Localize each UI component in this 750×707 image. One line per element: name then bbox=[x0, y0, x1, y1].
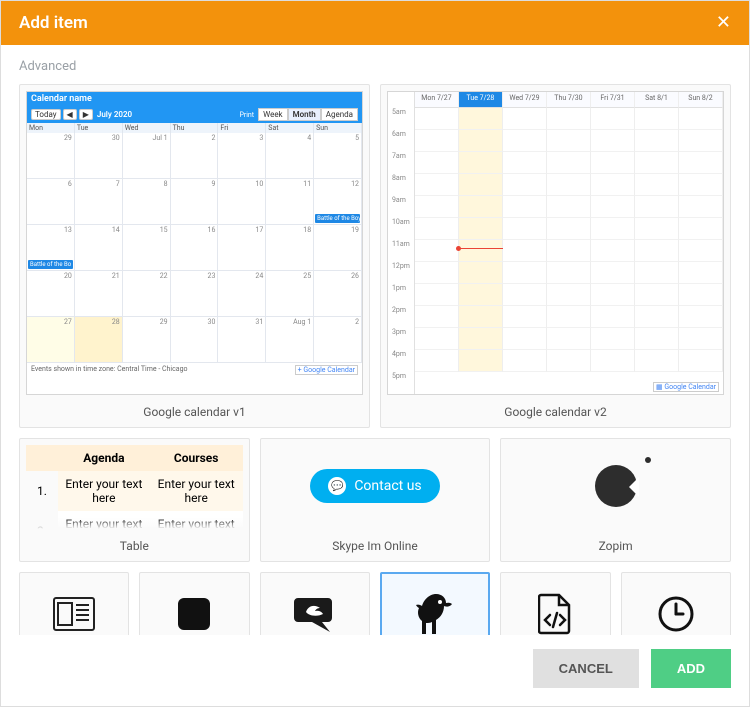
cal2-week-grid: 5am6am7am8am9am10am11am12pm1pm2pm3pm4pm5… bbox=[388, 92, 723, 394]
cal1-weekday-row: MonTueWedThuFriSatSun bbox=[27, 123, 362, 133]
item-zopim[interactable]: Zopim bbox=[500, 438, 731, 562]
modal-footer: CANCEL ADD bbox=[1, 635, 749, 706]
newspaper-icon bbox=[24, 591, 124, 635]
skype-contact-button: 💬 Contact us bbox=[310, 469, 439, 503]
item-adsense[interactable]: AdSense bbox=[19, 572, 129, 635]
modal-title: Add item bbox=[19, 13, 88, 33]
item-google-calendar-v1[interactable]: Calendar name Today ◀ ▶ July 2020 Print bbox=[19, 84, 370, 428]
google-calendar-badge: ▦ Google Calendar bbox=[653, 382, 719, 392]
cal1-title: Calendar name bbox=[31, 94, 92, 104]
card-label: Skype Im Online bbox=[332, 535, 417, 561]
card-label: Table bbox=[20, 535, 249, 561]
skype-button-label: Contact us bbox=[354, 478, 421, 494]
cal1-tz-note: Events shown in time zone: Central Time … bbox=[31, 365, 188, 375]
item-skype-im-online[interactable]: 💬 Contact us Skype Im Online bbox=[260, 438, 491, 562]
modal-body: Advanced Calendar name Today ◀ ▶ July 20… bbox=[1, 45, 749, 635]
add-button[interactable]: ADD bbox=[651, 649, 731, 688]
cal1-view-switch: Week Month Agenda bbox=[258, 108, 358, 121]
cancel-button[interactable]: CANCEL bbox=[533, 649, 639, 688]
chat-bird-icon bbox=[265, 591, 365, 635]
chat-bubble-icon: 💬 bbox=[328, 477, 346, 495]
cal1-view-agenda: Agenda bbox=[321, 108, 358, 121]
item-google-calendar-v2[interactable]: 5am6am7am8am9am10am11am12pm1pm2pm3pm4pm5… bbox=[380, 84, 731, 428]
calendar-previews-row: Calendar name Today ◀ ▶ July 2020 Print bbox=[19, 84, 731, 428]
add-item-modal: Add item ✕ Advanced Calendar name Today … bbox=[0, 0, 750, 707]
print-icon: Print bbox=[239, 111, 254, 119]
item-table[interactable]: AgendaCourses1.Enter your text hereEnter… bbox=[19, 438, 250, 562]
middle-row: AgendaCourses1.Enter your text hereEnter… bbox=[19, 438, 731, 562]
square-icon bbox=[144, 591, 244, 635]
clock-icon bbox=[626, 591, 726, 635]
google-calendar-badge: + Google Calendar bbox=[295, 365, 358, 375]
cal1-month-grid: 2930Jul 123456789101112Battle of the Boy… bbox=[27, 133, 362, 363]
card-label: Zopim bbox=[599, 535, 633, 561]
item-countdown[interactable]: Countdown bbox=[621, 572, 731, 635]
tab-advanced[interactable]: Advanced bbox=[19, 59, 731, 74]
calendar-v2-preview: 5am6am7am8am9am10am11am12pm1pm2pm3pm4pm5… bbox=[387, 91, 724, 395]
parrot-icon bbox=[386, 592, 484, 635]
code-file-icon bbox=[505, 591, 605, 635]
close-icon[interactable]: ✕ bbox=[716, 14, 731, 32]
card-label: Google calendar v2 bbox=[381, 401, 730, 427]
item-tawk-to[interactable]: Tawk.to bbox=[380, 572, 490, 635]
pacman-icon bbox=[595, 465, 637, 507]
item-banner[interactable]: Banner bbox=[139, 572, 249, 635]
item-olark[interactable]: Olark bbox=[260, 572, 370, 635]
item-custom-html[interactable]: Custom Html bbox=[500, 572, 610, 635]
cal1-month-label: July 2020 bbox=[97, 110, 132, 119]
calendar-v1-preview: Calendar name Today ◀ ▶ July 2020 Print bbox=[26, 91, 363, 395]
current-time-indicator bbox=[459, 248, 503, 249]
chevron-right-icon: ▶ bbox=[79, 109, 93, 120]
cal1-view-month: Month bbox=[288, 108, 321, 121]
cal1-today-button: Today bbox=[31, 109, 61, 120]
cal1-view-week: Week bbox=[258, 108, 288, 121]
modal-header: Add item ✕ bbox=[1, 1, 749, 45]
chevron-left-icon: ◀ bbox=[63, 109, 77, 120]
icon-items-row: AdSense Banner Olark Tawk.to bbox=[19, 572, 731, 635]
card-label: Google calendar v1 bbox=[20, 401, 369, 427]
